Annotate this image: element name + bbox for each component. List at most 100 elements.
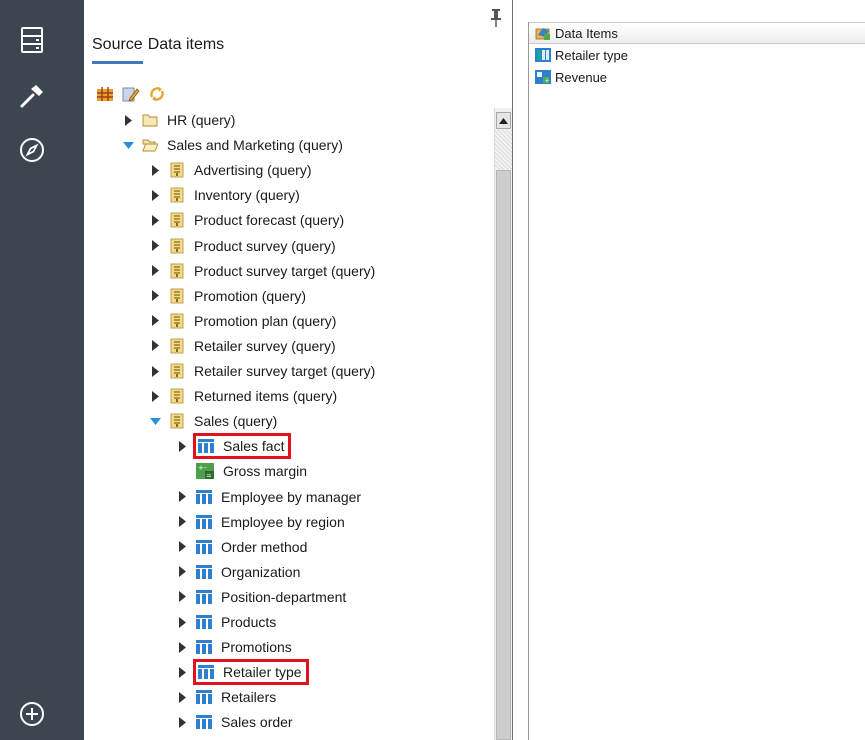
data-items-header: Data Items xyxy=(529,22,865,44)
expand-right-arrow-icon[interactable] xyxy=(149,240,161,252)
compass-icon[interactable] xyxy=(16,134,48,166)
tab-data-items[interactable]: Data items xyxy=(148,34,224,64)
panel-tabs: Source Data items xyxy=(92,34,224,64)
tree-item[interactable]: +- = Gross margin xyxy=(176,459,307,483)
tree-item-label: Sales fact xyxy=(223,438,285,455)
expand-right-arrow-icon[interactable] xyxy=(176,616,188,628)
expand-right-arrow-icon[interactable] xyxy=(149,290,161,302)
data-item-retailer-type[interactable]: Retailer type xyxy=(529,44,865,66)
tree-item-content: Sales (query) xyxy=(169,411,277,431)
tree-item-label: Returned items (query) xyxy=(194,388,338,405)
tree-item-label: Advertising (query) xyxy=(194,162,312,179)
expand-right-arrow-icon[interactable] xyxy=(176,440,188,452)
tree-item[interactable]: Employee by manager xyxy=(176,485,361,509)
tree-item[interactable]: Sales and Marketing (query) xyxy=(122,133,343,157)
scroll-track[interactable] xyxy=(495,130,512,170)
folder-icon xyxy=(142,112,158,128)
table-icon xyxy=(198,438,214,454)
tree-item[interactable]: Sales order xyxy=(176,710,293,734)
add-icon[interactable] xyxy=(16,698,48,730)
tree-item[interactable]: Promotion plan (query) xyxy=(149,309,336,333)
tree-item-label: Promotions xyxy=(221,639,292,656)
table-icon xyxy=(196,639,212,655)
tree-item[interactable]: HR (query) xyxy=(122,108,235,132)
tree-item-content: Organization xyxy=(196,562,300,582)
tree-item-label: Employee by region xyxy=(221,513,345,530)
tree-item[interactable]: Sales (query) xyxy=(149,409,277,433)
data-item-revenue[interactable]: + Revenue xyxy=(529,66,865,88)
tree-item[interactable]: Position-department xyxy=(176,585,346,609)
tree-item-content: Product survey target (query) xyxy=(169,261,375,281)
tree-item[interactable]: Product survey target (query) xyxy=(149,259,375,283)
data-server-icon[interactable] xyxy=(16,24,48,56)
expand-right-arrow-icon[interactable] xyxy=(176,516,188,528)
tree-item-content: Products xyxy=(196,612,276,632)
expand-right-arrow-icon[interactable] xyxy=(149,340,161,352)
tree-item[interactable]: Advertising (query) xyxy=(149,158,312,182)
pin-icon[interactable] xyxy=(490,8,502,28)
table-icon xyxy=(196,489,212,505)
table-icon xyxy=(196,514,212,530)
tree-item-content: Retailer survey target (query) xyxy=(169,361,375,381)
tree-item[interactable]: Retailer survey target (query) xyxy=(149,359,375,383)
expand-right-arrow-icon[interactable] xyxy=(149,189,161,201)
tree-item[interactable]: Returned items (query) xyxy=(149,384,337,408)
expand-right-arrow-icon[interactable] xyxy=(149,315,161,327)
expand-right-arrow-icon[interactable] xyxy=(176,691,188,703)
expand-right-arrow-icon[interactable] xyxy=(122,114,134,126)
tree-item[interactable]: Retailer type xyxy=(176,659,309,686)
expand-right-arrow-icon[interactable] xyxy=(176,716,188,728)
tree-item[interactable]: Order method xyxy=(176,535,307,559)
tree-item[interactable]: Employee by region xyxy=(176,510,345,534)
tree-item[interactable]: Inventory (query) xyxy=(149,183,300,207)
expand-right-arrow-icon[interactable] xyxy=(149,164,161,176)
tree-item[interactable]: Products xyxy=(176,610,276,634)
expand-right-arrow-icon[interactable] xyxy=(176,591,188,603)
tree-item-content: Inventory (query) xyxy=(169,185,300,205)
panel-divider[interactable] xyxy=(512,0,513,740)
table-icon xyxy=(196,539,212,555)
tab-source[interactable]: Source xyxy=(92,34,143,64)
tree-item[interactable]: Promotions xyxy=(176,635,292,659)
expand-right-arrow-icon[interactable] xyxy=(149,365,161,377)
tree-item[interactable]: Sales fact xyxy=(176,433,292,460)
expand-right-arrow-icon[interactable] xyxy=(149,214,161,226)
scroll-up-arrow-icon[interactable] xyxy=(496,112,511,129)
relink-icon[interactable] xyxy=(148,85,166,103)
query-subject-icon xyxy=(169,187,185,203)
table-icon xyxy=(196,689,212,705)
highlighted-tree-item: Retailer type xyxy=(193,659,309,686)
table-icon xyxy=(196,589,212,605)
expand-right-arrow-icon[interactable] xyxy=(149,390,161,402)
tree-item-label: Products xyxy=(221,614,277,630)
tree-item-content: Advertising (query) xyxy=(169,160,312,180)
edit-icon[interactable] xyxy=(122,85,140,103)
tree-item[interactable]: Retailers xyxy=(176,685,276,709)
source-panel: Source Data items HR (query) Sales and Ma… xyxy=(84,0,512,740)
query-subject-icon xyxy=(169,162,185,178)
expand-right-arrow-icon[interactable] xyxy=(176,491,188,503)
tree-item[interactable]: Promotion (query) xyxy=(149,284,306,308)
expand-right-arrow-icon[interactable] xyxy=(149,265,161,277)
hammer-icon[interactable] xyxy=(16,80,48,112)
tree-item[interactable]: Product forecast (query) xyxy=(149,208,344,232)
tree-scrollbar[interactable] xyxy=(494,108,512,740)
expand-right-arrow-icon[interactable] xyxy=(176,541,188,553)
tree-item[interactable]: Product survey (query) xyxy=(149,234,336,258)
expand-right-arrow-icon[interactable] xyxy=(176,641,188,653)
tree-item-content: Position-department xyxy=(196,587,346,607)
tree-item-label: Sales order xyxy=(221,714,293,731)
expand-right-arrow-icon[interactable] xyxy=(176,666,188,678)
data-module-icon[interactable] xyxy=(96,85,114,103)
expand-down-arrow-icon[interactable] xyxy=(122,139,134,151)
expand-down-arrow-icon[interactable] xyxy=(149,415,161,427)
tree-item[interactable]: Retailer survey (query) xyxy=(149,334,336,358)
query-subject-icon xyxy=(169,288,185,304)
tree-item-content: Employee by region xyxy=(196,512,345,532)
tree-item-content: Retailers xyxy=(196,687,276,707)
scroll-thumb[interactable] xyxy=(496,170,511,740)
svg-text:+-: +- xyxy=(198,464,207,472)
expand-right-arrow-icon[interactable] xyxy=(176,566,188,578)
tree-item[interactable]: Organization xyxy=(176,560,300,584)
tree-item-label: Retailers xyxy=(221,689,277,706)
